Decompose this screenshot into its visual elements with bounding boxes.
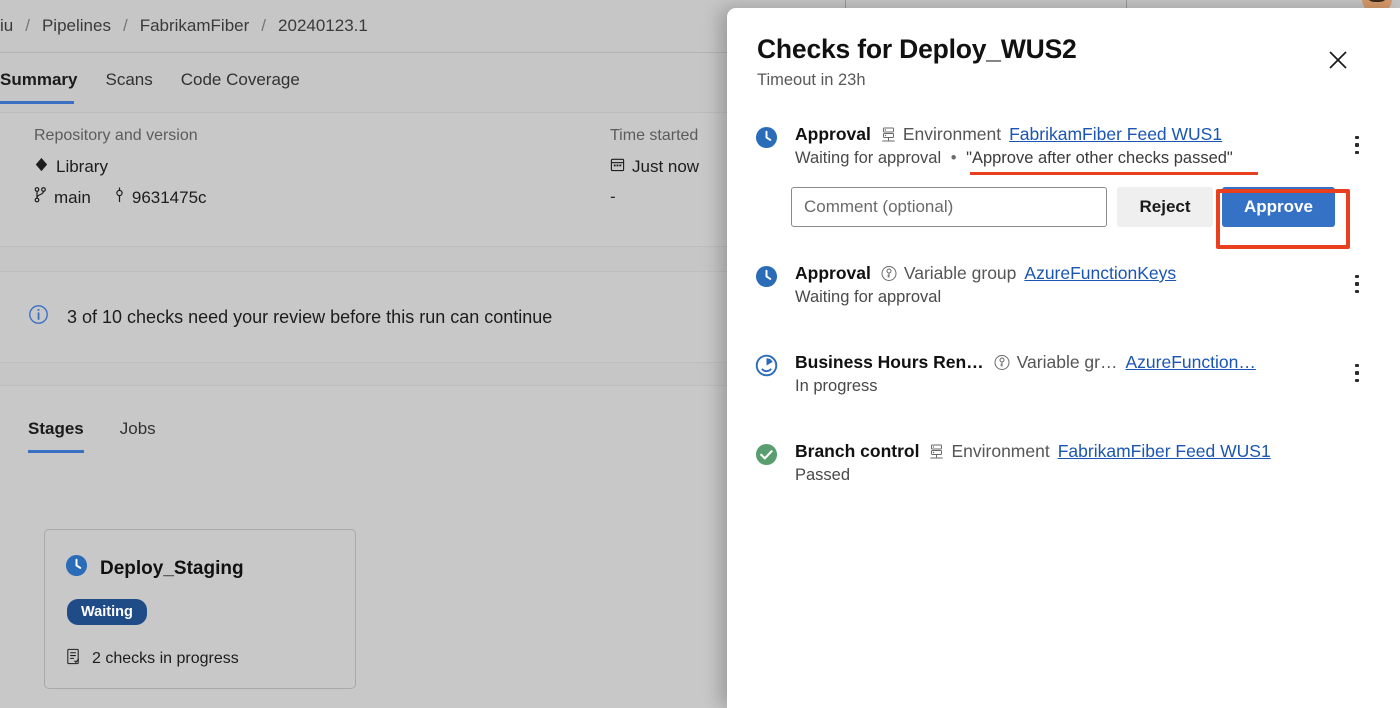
- branch-icon: [34, 187, 47, 208]
- environment-icon: [929, 443, 944, 460]
- elapsed-time-value: -: [610, 187, 616, 206]
- check-headline: Approval Environment FabrikamFiber Feed …: [795, 123, 1370, 146]
- check-status: Waiting for approval: [795, 288, 942, 306]
- tab-scans[interactable]: Scans: [91, 62, 166, 104]
- repository-name[interactable]: Library: [56, 157, 108, 177]
- stage-checks-text: 2 checks in progress: [92, 650, 239, 667]
- check-name: Approval: [795, 263, 871, 283]
- checklist-icon: [65, 648, 81, 670]
- check-name: Business Hours Ren…: [795, 352, 984, 372]
- stage-card-deploy-staging[interactable]: Deploy_Staging Waiting 2 checks in progr…: [44, 529, 356, 689]
- check-status: Passed: [795, 466, 851, 484]
- commit-group: 9631475c: [114, 187, 207, 208]
- breadcrumb-item-3[interactable]: 20240123.1: [266, 16, 380, 36]
- reject-button[interactable]: Reject: [1117, 187, 1213, 227]
- approve-button[interactable]: Approve: [1222, 187, 1335, 227]
- status-badge: Waiting: [67, 599, 147, 625]
- repository-icon: [34, 157, 49, 177]
- check-item[interactable]: Business Hours Ren… Variable gr… AzureFu…: [727, 342, 1400, 405]
- variable-group-icon: [994, 354, 1010, 371]
- time-column: Time started Just now -: [610, 127, 699, 207]
- tab-jobs[interactable]: Jobs: [102, 419, 174, 453]
- check-resource-kind: Environment: [902, 124, 1002, 144]
- stage-card-header: Deploy_Staging: [65, 554, 355, 583]
- checks-list: Approval Environment FabrikamFiber Feed …: [727, 114, 1400, 494]
- repository-row: Library: [34, 157, 207, 177]
- variable-group-icon: [881, 265, 897, 282]
- check-resource-kind: Environment: [951, 441, 1050, 461]
- stages-tabs: Stages Jobs: [28, 419, 174, 453]
- comment-input[interactable]: [791, 187, 1107, 227]
- panel-title: Checks for Deploy_WUS2: [757, 34, 1077, 64]
- stage-checks-row[interactable]: 2 checks in progress: [65, 648, 355, 670]
- breadcrumb-item-1[interactable]: Pipelines: [30, 16, 123, 36]
- breadcrumb-item-2[interactable]: FabrikamFiber: [128, 16, 262, 36]
- approve-button-wrapper: Approve: [1222, 187, 1335, 227]
- checks-panel: Checks for Deploy_WUS2 Timeout in 23h Ap…: [727, 8, 1400, 708]
- in-progress-icon: [755, 354, 778, 377]
- more-options-icon[interactable]: [1348, 360, 1366, 386]
- success-check-icon: [755, 443, 778, 466]
- check-name: Branch control: [795, 441, 920, 461]
- time-started-value: Just now: [632, 157, 700, 176]
- panel-header: Checks for Deploy_WUS2 Timeout in 23h: [727, 8, 1400, 90]
- check-status-line: Waiting for approval: [795, 288, 1370, 307]
- check-status-line: Passed: [795, 466, 1370, 485]
- check-headline: Business Hours Ren… Variable gr… AzureFu…: [795, 351, 1370, 374]
- approval-actions: Reject Approve: [727, 177, 1400, 239]
- check-resource-link[interactable]: FabrikamFiber Feed WUS1: [1009, 123, 1222, 146]
- stage-name: Deploy_Staging: [100, 557, 244, 579]
- app-root: iu / Pipelines / FabrikamFiber / 2024012…: [0, 0, 1400, 708]
- check-item[interactable]: Approval Environment FabrikamFiber Feed …: [727, 114, 1400, 177]
- panel-subtitle: Timeout in 23h: [757, 71, 866, 89]
- check-status: In progress: [795, 377, 878, 395]
- clock-filled-icon: [65, 554, 88, 583]
- check-name: Approval: [795, 124, 871, 144]
- clock-filled-icon: [755, 126, 778, 149]
- branch-row: main 9631475c: [34, 187, 207, 208]
- check-item[interactable]: Branch control Environment FabrikamFiber…: [727, 431, 1400, 494]
- check-resource-link[interactable]: AzureFunctionKeys: [1024, 262, 1176, 285]
- check-status-line: Waiting for approval • "Approve after ot…: [795, 149, 1370, 168]
- repository-column: Repository and version Library main 9631…: [34, 127, 207, 218]
- check-resource-link[interactable]: AzureFunction…: [1126, 351, 1256, 374]
- info-icon: [28, 304, 49, 330]
- time-started-row: Just now: [610, 157, 699, 177]
- tab-stages[interactable]: Stages: [28, 419, 102, 453]
- check-resource-kind: Variable group: [903, 263, 1017, 283]
- calendar-icon: [610, 157, 625, 177]
- time-started-header: Time started: [610, 127, 699, 144]
- status-separator: •: [950, 149, 957, 167]
- check-status-line: In progress: [795, 377, 1370, 396]
- close-icon[interactable]: [1322, 44, 1354, 76]
- commit-hash[interactable]: 9631475c: [132, 188, 207, 208]
- check-headline: Approval Variable group AzureFunctionKey…: [795, 262, 1370, 285]
- tab-code-coverage[interactable]: Code Coverage: [167, 62, 314, 104]
- more-options-icon[interactable]: [1348, 271, 1366, 297]
- check-instructions: "Approve after other checks passed": [966, 149, 1233, 167]
- info-banner-text: 3 of 10 checks need your review before t…: [67, 306, 553, 327]
- check-item[interactable]: Approval Variable group AzureFunctionKey…: [727, 253, 1400, 316]
- check-resource-kind: Variable gr…: [1016, 352, 1118, 372]
- tab-summary[interactable]: Summary: [0, 62, 91, 104]
- branch-name[interactable]: main: [54, 188, 91, 208]
- check-headline: Branch control Environment FabrikamFiber…: [795, 440, 1370, 463]
- more-options-icon[interactable]: [1348, 132, 1366, 158]
- repository-header: Repository and version: [34, 127, 198, 144]
- breadcrumb-item-0[interactable]: iu: [0, 16, 25, 36]
- clock-filled-icon: [755, 265, 778, 288]
- environment-icon: [881, 126, 896, 143]
- commit-icon: [114, 187, 125, 208]
- check-resource-link[interactable]: FabrikamFiber Feed WUS1: [1058, 440, 1271, 463]
- check-status: Waiting for approval: [795, 149, 942, 167]
